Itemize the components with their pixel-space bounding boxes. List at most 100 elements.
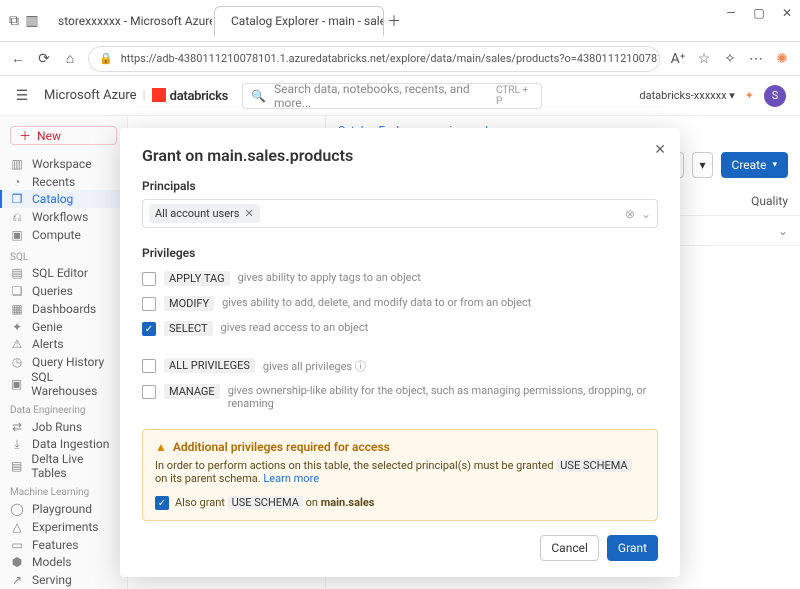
privilege-desc: gives ownership-like ability for the obj…: [228, 384, 658, 410]
browser-tab[interactable]: storexxxxxx - Microsoft Azure ✕: [42, 6, 212, 36]
privilege-row[interactable]: MODIFY gives ability to add, delete, and…: [142, 291, 658, 316]
schema-tag: USE SCHEMA: [556, 459, 631, 472]
privilege-tag: MODIFY: [164, 296, 214, 311]
sidebar-item-catalog[interactable]: ❐Catalog: [0, 190, 127, 208]
address-bar[interactable]: 🔒 https://adb-4380111210078101.1.azureda…: [88, 46, 660, 72]
alert-box: ▲ Additional privileges required for acc…: [142, 429, 658, 521]
remove-icon[interactable]: ✕: [244, 207, 253, 220]
sidebar-item-recents[interactable]: ◔Recents: [0, 173, 127, 191]
clear-icon[interactable]: ⊗: [625, 207, 635, 221]
privilege-row[interactable]: MANAGE gives ownership-like ability for …: [142, 379, 658, 415]
sidebar-item-serving[interactable]: ↗Serving: [0, 571, 127, 589]
checkbox[interactable]: [142, 359, 156, 373]
privilege-desc: gives all privileges ⓘ: [263, 358, 366, 374]
sidebar-item-job-runs[interactable]: ⇄Job Runs: [0, 418, 127, 436]
checkbox[interactable]: [142, 297, 156, 311]
chevron-down-icon[interactable]: ⌄: [641, 207, 651, 221]
hamburger-icon[interactable]: ☰: [14, 88, 30, 104]
checkbox[interactable]: ✓: [155, 496, 169, 510]
grant-button[interactable]: Grant: [607, 535, 658, 561]
warning-icon: ▲: [155, 440, 167, 454]
collections-icon[interactable]: ✧: [722, 51, 738, 67]
app-header: ☰ Microsoft Azure | databricks 🔍 Search …: [0, 76, 800, 116]
cancel-button[interactable]: Cancel: [540, 535, 599, 561]
home-button[interactable]: ⌂: [62, 50, 78, 67]
workspace-icon: ▥: [10, 157, 24, 171]
assistant-icon[interactable]: ✦: [745, 89, 754, 102]
minimize-button[interactable]: —: [724, 6, 738, 20]
alert-body: In order to perform actions on this tabl…: [155, 459, 645, 485]
sidebar-item-data-ingestion[interactable]: ⤓Data Ingestion: [0, 436, 127, 454]
lock-icon: 🔒: [99, 52, 113, 65]
privileges-label: Privileges: [142, 246, 658, 260]
workspace-switcher[interactable]: databricks-xxxxxx ▾: [639, 89, 734, 102]
privilege-desc: gives ability to apply tags to an object: [238, 271, 421, 284]
tab-label: storexxxxxx - Microsoft Azure: [58, 14, 212, 28]
global-search[interactable]: 🔍 Search data, notebooks, recents, and m…: [242, 83, 542, 109]
sidebar-item-dashboards[interactable]: ▦Dashboards: [0, 300, 127, 318]
compute-icon: ▣: [10, 228, 24, 242]
sidebar-item-queries[interactable]: ❏Queries: [0, 282, 127, 300]
databricks-logo: databricks: [152, 88, 228, 104]
refresh-button[interactable]: ⟳: [36, 51, 52, 67]
modal-title: Grant on main.sales.products: [142, 146, 658, 165]
avatar[interactable]: S: [764, 85, 786, 107]
create-button[interactable]: Create: [721, 152, 788, 178]
sidebar-item-alerts[interactable]: ⚠Alerts: [0, 335, 127, 353]
privilege-tag: APPLY TAG: [164, 271, 230, 286]
more-icon[interactable]: ⋯: [748, 51, 764, 67]
sidebar-item-dlt[interactable]: ▤Delta Live Tables: [0, 453, 127, 479]
sidebar-item-playground[interactable]: ◯Playground: [0, 500, 127, 518]
privilege-tag: MANAGE: [164, 384, 220, 399]
sidebar-item-sql-warehouses[interactable]: ▣SQL Warehouses: [0, 371, 127, 397]
checkbox[interactable]: [142, 272, 156, 286]
window-controls: — ▢ ✕: [724, 6, 794, 20]
favorite-icon[interactable]: ☆: [696, 51, 712, 67]
principals-label: Principals: [142, 179, 658, 193]
section-sql: SQL: [0, 244, 127, 265]
back-button[interactable]: ←: [10, 50, 26, 67]
checkbox[interactable]: [142, 385, 156, 399]
sidebar-item-experiments[interactable]: △Experiments: [0, 518, 127, 536]
open-dashboard-caret[interactable]: ▾: [692, 152, 712, 178]
azure-label: Microsoft Azure: [44, 88, 136, 103]
sidebar-item-compute[interactable]: ▣Compute: [0, 226, 127, 244]
close-icon[interactable]: ✕: [654, 142, 666, 158]
privilege-row[interactable]: ✓ SELECT gives read access to an object: [142, 316, 658, 341]
principal-chip[interactable]: All account users ✕: [149, 204, 260, 223]
sidebar-item-models[interactable]: ⬢Models: [0, 554, 127, 572]
privilege-desc: gives read access to an object: [221, 321, 369, 334]
privilege-row[interactable]: ALL PRIVILEGES gives all privileges ⓘ: [142, 353, 658, 379]
chevron-down-icon[interactable]: ⌄: [778, 224, 788, 238]
copilot-icon[interactable]: ✺: [774, 51, 790, 67]
new-tab-button[interactable]: ＋: [386, 11, 402, 31]
tab-label: Catalog Explorer - main - sales - p: [231, 14, 384, 28]
search-placeholder: Search data, notebooks, recents, and mor…: [274, 82, 488, 110]
sidebar-item-genie[interactable]: ✦Genie: [0, 318, 127, 336]
tab-quality[interactable]: Quality: [751, 194, 788, 208]
learn-more-link[interactable]: Learn more: [263, 472, 319, 485]
section-de: Data Engineering: [0, 397, 127, 418]
tab-overview-icon[interactable]: ▥: [24, 13, 40, 29]
sidebar-item-sql-editor[interactable]: ▤SQL Editor: [0, 265, 127, 283]
sidebar-item-workspace[interactable]: ▥Workspace: [0, 155, 127, 173]
left-sidebar: ＋New ▥Workspace ◔Recents ❐Catalog ⎌Workf…: [0, 116, 128, 589]
new-button[interactable]: ＋New: [10, 126, 117, 145]
section-ml: Machine Learning: [0, 479, 127, 500]
browser-tab[interactable]: Catalog Explorer - main - sales - p ✕: [214, 6, 384, 36]
also-grant-row[interactable]: ✓ Also grant USE SCHEMA on main.sales: [155, 495, 645, 510]
plus-icon: ＋: [19, 127, 31, 144]
privilege-row[interactable]: APPLY TAG gives ability to apply tags to…: [142, 266, 658, 291]
sidebar-item-features[interactable]: ▭Features: [0, 536, 127, 554]
read-aloud-icon[interactable]: A⁺: [670, 51, 686, 67]
url-text: https://adb-4380111210078101.1.azuredata…: [121, 52, 660, 65]
sidebar-item-query-history[interactable]: ◷Query History: [0, 353, 127, 371]
principals-input[interactable]: All account users ✕ ⊗ ⌄: [142, 199, 658, 228]
maximize-button[interactable]: ▢: [752, 6, 766, 20]
search-icon: 🔍: [251, 89, 266, 103]
workspace-switcher-icon[interactable]: ⧉: [6, 13, 22, 29]
privilege-desc: gives ability to add, delete, and modify…: [222, 296, 531, 309]
checkbox[interactable]: ✓: [142, 322, 156, 336]
sidebar-item-workflows[interactable]: ⎌Workflows: [0, 208, 127, 226]
close-window-button[interactable]: ✕: [780, 6, 794, 20]
